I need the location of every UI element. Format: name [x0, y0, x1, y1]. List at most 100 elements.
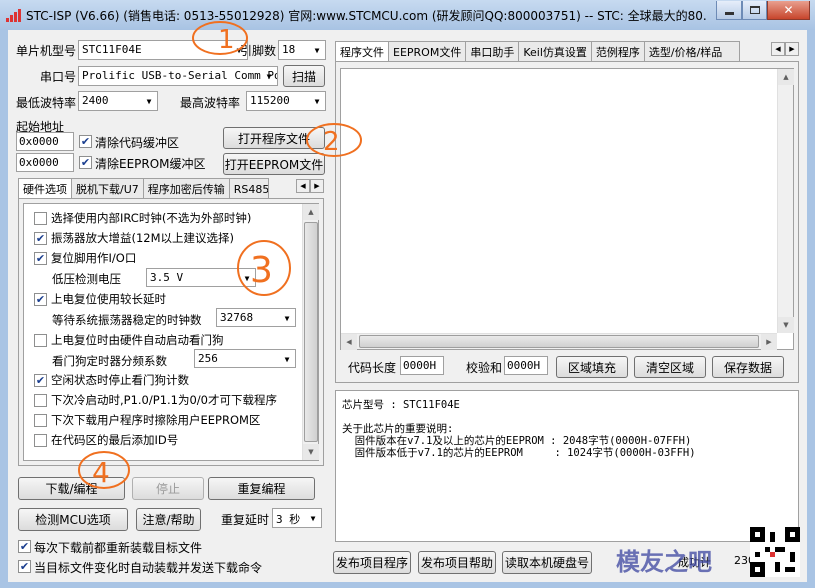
tab-program-file[interactable]: 程序文件 — [335, 41, 389, 62]
repeat-delay-select[interactable]: 3 秒 ▼ — [272, 508, 322, 528]
tab-keil-simulation[interactable]: Keil仿真设置 — [518, 41, 592, 61]
scroll-down-icon[interactable]: ▼ — [303, 444, 319, 460]
option-label: 在代码区的最后添加ID号 — [51, 433, 179, 447]
tab-rs485[interactable]: RS485相 — [228, 178, 269, 198]
close-button[interactable]: ✕ — [767, 1, 810, 20]
option-idle-stop-watchdog[interactable]: ✔ 空闲状态时停止看门狗计数 — [34, 372, 189, 388]
option-add-id[interactable]: 在代码区的最后添加ID号 — [34, 432, 178, 448]
program-file-panel: ▲ ▼ ◀ ▶ 代码长度 0000H 校验和 0000H 区域填充 清空区域 保… — [335, 61, 799, 383]
option-checkbox[interactable] — [34, 413, 47, 427]
chevron-down-icon: ▼ — [314, 96, 320, 106]
option-internal-irc[interactable]: 选择使用内部IRC时钟(不选为外部时钟) — [34, 210, 251, 226]
option-label: 下次下载用户程序时擦除用户EEPROM区 — [51, 413, 261, 427]
tab-scroll-right-icon[interactable]: ▶ — [310, 179, 324, 193]
tab-hardware-options[interactable]: 硬件选项 — [18, 178, 72, 199]
osc-clock-select[interactable]: 32768 ▼ — [216, 308, 296, 327]
option-erase-eeprom[interactable]: 下次下载用户程序时擦除用户EEPROM区 — [34, 412, 260, 428]
chevron-down-icon: ▼ — [314, 45, 320, 55]
tab-eeprom-file[interactable]: EEPROM文件 — [388, 41, 467, 61]
tab-sample-programs[interactable]: 范例程序 — [590, 41, 645, 61]
minimize-button[interactable] — [716, 1, 742, 20]
chevron-down-icon: ▼ — [284, 354, 290, 364]
annotation-circle-4: 4 — [78, 451, 130, 489]
publish-project-button[interactable]: 发布项目程序 — [333, 551, 411, 574]
left-tab-bar: 硬件选项 脱机下载/U7 程序加密后传输 RS485相 — [18, 178, 269, 199]
scroll-thumb[interactable] — [359, 335, 759, 348]
eeprom-addr-input[interactable]: 0x0000 — [16, 153, 74, 172]
tab-scroll-left-icon[interactable]: ◀ — [296, 179, 310, 193]
hex-horizontal-scrollbar[interactable]: ◀ ▶ — [341, 333, 777, 350]
auto-load-label: 当目标文件变化时自动装载并发送下载命令 — [34, 561, 263, 575]
read-disk-id-button[interactable]: 读取本机硬盘号 — [502, 551, 592, 574]
scroll-up-icon[interactable]: ▲ — [778, 69, 794, 85]
port-select[interactable]: Prolific USB-to-Serial Comm Po ▼ — [78, 66, 278, 86]
option-checkbox[interactable]: ✔ — [34, 231, 47, 245]
hex-vertical-scrollbar[interactable]: ▲ ▼ — [777, 69, 794, 333]
stop-button[interactable]: 停止 — [132, 477, 204, 500]
scroll-thumb[interactable] — [304, 222, 318, 442]
option-auto-watchdog[interactable]: 上电复位时由硬件自动启动看门狗 — [34, 332, 224, 348]
option-checkbox[interactable] — [34, 333, 47, 347]
option-label: 上电复位时由硬件自动启动看门狗 — [51, 333, 224, 347]
osc-clock-label: 等待系统振荡器稳定的时钟数 — [52, 313, 202, 327]
port-label: 串口号 — [40, 70, 77, 84]
min-baud-value: 2400 — [82, 94, 109, 107]
client-area: 单片机型号 STC11F04E ▼ 引脚数 18 ▼ 串口号 Prolific … — [8, 30, 807, 582]
maximize-button[interactable] — [742, 1, 767, 20]
hex-view[interactable]: ▲ ▼ ◀ ▶ — [340, 68, 794, 350]
option-label: 复位脚用作I/O口 — [51, 251, 137, 265]
reprogram-button[interactable]: 重复编程 — [208, 477, 315, 500]
option-label: 下次冷启动时,P1.0/P1.1为0/0才可下载程序 — [51, 393, 277, 407]
code-length-value: 0000H — [400, 356, 444, 375]
option-p10-p11-download[interactable]: 下次冷启动时,P1.0/P1.1为0/0才可下载程序 — [34, 392, 277, 408]
option-checkbox[interactable]: ✔ — [34, 292, 47, 306]
annotation-circle-2: 2 — [306, 123, 362, 157]
chip-info-text: 芯片型号 : STC11F04E 关于此芯片的重要说明: 固件版本在v7.1及以… — [342, 399, 696, 459]
option-label: 上电复位使用较长延时 — [51, 292, 166, 306]
tab-selection-price[interactable]: 选型/价格/样品 — [643, 41, 740, 61]
tab-serial-assistant[interactable]: 串口助手 — [465, 41, 520, 61]
osc-clock-value: 32768 — [220, 311, 254, 324]
option-checkbox[interactable] — [34, 393, 47, 407]
tab-offline-download[interactable]: 脱机下载/U7 — [71, 178, 144, 198]
max-baud-select[interactable]: 115200 ▼ — [246, 91, 326, 111]
save-data-button[interactable]: 保存数据 — [712, 356, 784, 378]
fill-area-button[interactable]: 区域填充 — [556, 356, 628, 378]
clear-code-label: 清除代码缓冲区 — [95, 136, 180, 150]
pin-count-select[interactable]: 18 ▼ — [278, 40, 326, 60]
publish-help-button[interactable]: 发布项目帮助 — [418, 551, 496, 574]
code-length-label: 代码长度 — [348, 361, 397, 375]
chevron-down-icon: ▼ — [266, 71, 272, 81]
code-addr-input[interactable]: 0x0000 — [16, 132, 74, 151]
option-long-reset-delay[interactable]: ✔ 上电复位使用较长延时 — [34, 291, 166, 307]
tab-scroll-right-icon[interactable]: ▶ — [785, 42, 799, 56]
clear-area-button[interactable]: 清空区域 — [634, 356, 706, 378]
scroll-right-icon[interactable]: ▶ — [761, 334, 777, 350]
checksum-value: 0000H — [504, 356, 548, 375]
wdt-prescale-select[interactable]: 256 ▼ — [194, 349, 296, 368]
option-label: 选择使用内部IRC时钟(不选为外部时钟) — [51, 211, 252, 225]
option-checkbox[interactable]: ✔ — [34, 373, 47, 387]
option-checkbox[interactable] — [34, 433, 47, 447]
scroll-left-icon[interactable]: ◀ — [341, 334, 357, 350]
option-checkbox[interactable] — [34, 211, 47, 225]
options-scrollbar[interactable]: ▲ ▼ — [302, 204, 319, 460]
close-icon: ✕ — [783, 3, 794, 17]
min-baud-select[interactable]: 2400 ▼ — [78, 91, 158, 111]
tab-scroll-left-icon[interactable]: ◀ — [771, 42, 785, 56]
clear-eeprom-checkbox[interactable]: ✔ — [79, 156, 92, 169]
tab-encrypt-transfer[interactable]: 程序加密后传输 — [142, 178, 230, 198]
help-button[interactable]: 注意/帮助 — [136, 508, 201, 531]
scroll-up-icon[interactable]: ▲ — [303, 204, 319, 220]
right-tab-bar: 程序文件 EEPROM文件 串口助手 Keil仿真设置 范例程序 选型/价格/样… — [335, 41, 740, 62]
option-checkbox[interactable]: ✔ — [34, 251, 47, 265]
clear-code-checkbox[interactable]: ✔ — [79, 135, 92, 148]
minimize-icon — [724, 12, 734, 15]
scroll-down-icon[interactable]: ▼ — [778, 317, 794, 333]
option-reset-io[interactable]: ✔ 复位脚用作I/O口 — [34, 250, 136, 266]
check-mcu-options-button[interactable]: 检测MCU选项 — [18, 508, 128, 531]
auto-load-checkbox[interactable]: ✔ — [18, 560, 31, 573]
option-osc-gain[interactable]: ✔ 振荡器放大增益(12M以上建议选择) — [34, 230, 234, 246]
reload-each-checkbox[interactable]: ✔ — [18, 540, 31, 553]
scan-button[interactable]: 扫描 — [283, 65, 325, 87]
